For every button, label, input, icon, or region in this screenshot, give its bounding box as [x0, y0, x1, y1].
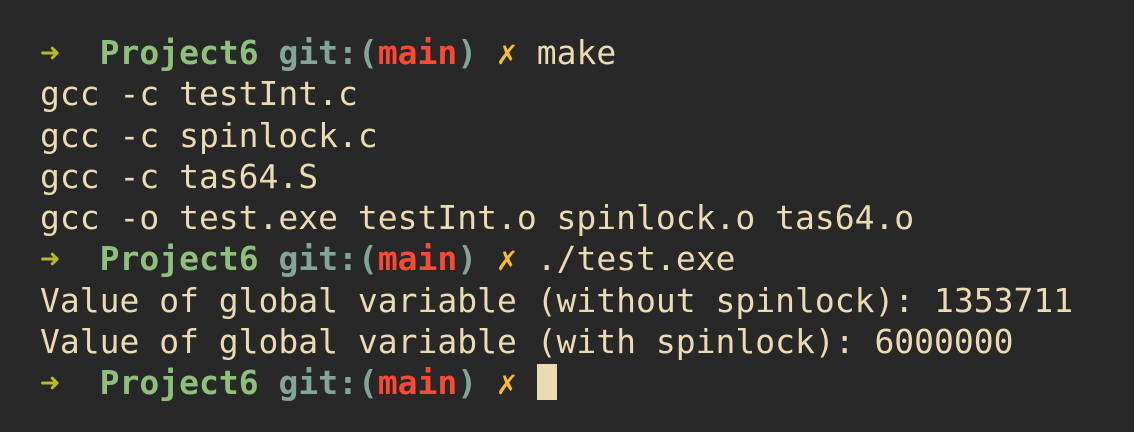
- prompt-paren-close: ): [457, 363, 478, 403]
- output-line: Value of global variable (with spinlock)…: [40, 322, 1014, 362]
- output-line: gcc -o test.exe testInt.o spinlock.o tas…: [40, 198, 915, 238]
- command-text: ./test.exe: [536, 239, 736, 279]
- prompt-paren-close: ): [457, 33, 478, 72]
- output-line: Value of global variable (without spinlo…: [40, 280, 1074, 320]
- prompt-branch: main: [377, 363, 458, 403]
- output-line: gcc -c tas64.S: [40, 156, 319, 196]
- output-line: gcc -c testInt.c: [40, 74, 358, 114]
- prompt-directory: Project6: [99, 33, 259, 72]
- prompt-dirty-icon: ✗: [497, 363, 517, 403]
- prompt-directory: Project6: [99, 239, 259, 279]
- text-cursor: [536, 364, 557, 401]
- prompt-directory: Project6: [99, 363, 259, 403]
- terminal-window[interactable]: ➜ Project6 git:(main) ✗ make gcc -c test…: [0, 0, 1134, 432]
- prompt-dirty-icon: ✗: [497, 239, 517, 279]
- command-text: make: [536, 33, 617, 72]
- prompt-line: ➜ Project6 git:(main) ✗ make: [40, 32, 1134, 73]
- prompt-git-label: git:: [278, 239, 358, 279]
- prompt-dirty-icon: ✗: [497, 33, 517, 72]
- active-prompt-line[interactable]: ➜ Project6 git:(main) ✗: [40, 362, 1134, 403]
- prompt-paren-close: ): [457, 239, 478, 279]
- prompt-paren-open: (: [357, 239, 378, 279]
- prompt-branch: main: [377, 33, 458, 72]
- prompt-paren-open: (: [357, 33, 378, 72]
- prompt-arrow-icon: ➜: [40, 239, 60, 279]
- prompt-branch: main: [377, 239, 458, 279]
- prompt-arrow-icon: ➜: [40, 33, 60, 72]
- prompt-paren-open: (: [357, 363, 378, 403]
- prompt-line: ➜ Project6 git:(main) ✗ ./test.exe: [40, 238, 1134, 279]
- prompt-git-label: git:: [278, 33, 358, 72]
- output-line: gcc -c spinlock.c: [40, 115, 378, 155]
- prompt-git-label: git:: [278, 363, 358, 403]
- prompt-arrow-icon: ➜: [40, 363, 60, 403]
